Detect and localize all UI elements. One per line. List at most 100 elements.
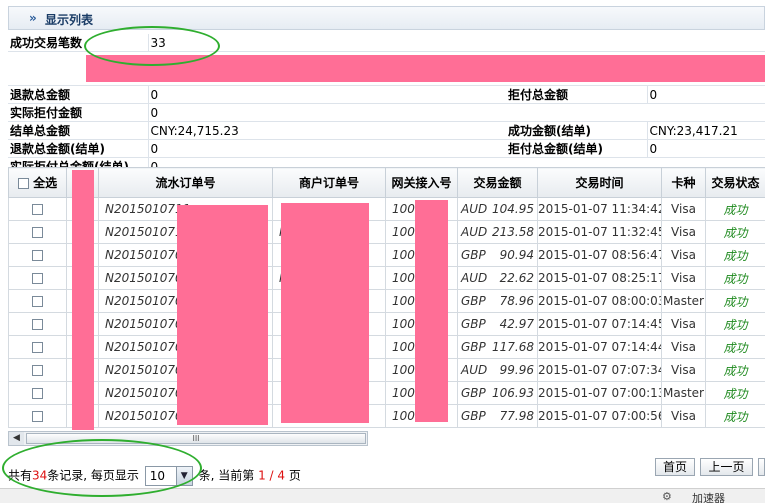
prev-page-button[interactable]: 上一页	[700, 458, 753, 476]
summary-value: CNY:23,417.21	[646, 121, 765, 140]
column-header-card[interactable]: 卡种	[661, 167, 706, 198]
column-header-merchant-no[interactable]: 商户订单号	[272, 167, 386, 198]
column-header-time[interactable]: 交易时间	[537, 167, 662, 198]
amount-cell: GBP 77.98	[457, 404, 538, 428]
table-row[interactable]: N2015010706 1001 GBP 106.93 2015-01-07 07:00…	[8, 381, 765, 405]
amount-cell: AUD 99.96	[457, 358, 538, 382]
amount-cell: AUD 213.58	[457, 220, 538, 244]
time-cell: 2015-01-07 08:25:17	[537, 266, 662, 290]
summary-label: 退款总金额	[8, 85, 148, 104]
transactions-table: 全选 流水订单号 商户订单号 网关接入号 交易金额 交易时间 卡种 交易状态 N…	[8, 167, 765, 428]
row-checkbox[interactable]	[32, 365, 43, 376]
panel-header: » 显示列表	[8, 6, 765, 30]
table-row[interactable]: N2015010711 1001 AUD 104.95 2015-01-07 11:34…	[8, 197, 765, 221]
row-checkbox[interactable]	[32, 296, 43, 307]
table-row[interactable]: N2015010708F1001AUD22.622015-01-07 08:25…	[8, 266, 765, 290]
redaction-block	[177, 205, 268, 425]
table-row[interactable]: N2015010707 1001 GBP 78.96 2015-01-07 08:00:…	[8, 289, 765, 313]
time-cell: 2015-01-07 08:00:03	[537, 289, 662, 313]
panel-title: 显示列表	[45, 13, 94, 27]
summary-value: 0	[147, 85, 506, 104]
row-select-cell[interactable]	[8, 381, 67, 405]
annotation-ellipse	[2, 439, 202, 497]
row-select-cell[interactable]	[8, 289, 67, 313]
redaction-block	[281, 203, 369, 423]
summary-value: 0	[646, 139, 765, 158]
table-row[interactable]: N2015010707 1001 AUD 99.96 2015-01-07 07:07:…	[8, 358, 765, 382]
chevron-right-icon: »	[29, 11, 37, 25]
time-cell: 2015-01-07 07:14:45	[537, 312, 662, 336]
column-header-gateway-no[interactable]: 网关接入号	[385, 167, 458, 198]
time-cell: 2015-01-07 07:07:34	[537, 358, 662, 382]
row-checkbox[interactable]	[32, 411, 43, 422]
amount-cell: GBP 117.68	[457, 335, 538, 359]
row-select-cell[interactable]	[8, 335, 67, 359]
time-cell: 2015-01-07 08:56:47	[537, 243, 662, 267]
row-checkbox[interactable]	[32, 250, 43, 261]
row-select-cell[interactable]	[8, 404, 67, 428]
accelerator-label[interactable]: 加速器	[692, 490, 725, 503]
table-row[interactable]: N2015010707 1001 GBP 117.68 2015-01-07 07:14…	[8, 335, 765, 359]
time-cell: 2015-01-07 07:00:56	[537, 404, 662, 428]
card-cell: Visa	[661, 404, 706, 428]
current-page: 1 / 4	[258, 468, 286, 483]
summary-value: CNY:24,715.23	[147, 121, 506, 140]
accelerator-icon: ⚙	[662, 490, 672, 503]
summary-row: 结单总金额 CNY:24,715.23 成功金额(结单) CNY:23,417.…	[8, 121, 765, 140]
table-row[interactable]: N2015010706 1001 GBP 77.98 2015-01-07 07:00:…	[8, 404, 765, 428]
table-row[interactable]: N2015010707 1001 GBP 42.97 2015-01-07 07:14:…	[8, 312, 765, 336]
amount-cell: AUD 104.95	[457, 197, 538, 221]
row-select-cell[interactable]	[8, 312, 67, 336]
row-checkbox[interactable]	[32, 273, 43, 284]
row-select-cell[interactable]	[8, 220, 67, 244]
summary-value: 0	[646, 85, 765, 104]
time-cell: 2015-01-07 11:32:45	[537, 220, 662, 244]
row-checkbox[interactable]	[32, 227, 43, 238]
scroll-left-arrow-icon[interactable]: ◀	[9, 432, 24, 445]
column-header-amount[interactable]: 交易金额	[457, 167, 538, 198]
status-cell: 成功	[705, 289, 765, 313]
status-cell: 成功	[705, 404, 765, 428]
status-cell: 成功	[705, 335, 765, 359]
card-cell: Visa	[661, 243, 706, 267]
annotation-ellipse	[84, 26, 220, 66]
summary-label: 成功金额(结单)	[506, 121, 647, 140]
status-cell: 成功	[705, 220, 765, 244]
first-page-button[interactable]: 首页	[655, 458, 695, 476]
summary-value: 0	[147, 103, 506, 122]
summary-value: 0	[147, 139, 506, 158]
redaction-block	[415, 200, 448, 422]
card-cell: Visa	[661, 197, 706, 221]
status-cell: 成功	[705, 381, 765, 405]
next-page-button[interactable]	[758, 458, 765, 476]
time-cell: 2015-01-07 07:14:44	[537, 335, 662, 359]
amount-cell: GBP 106.93	[457, 381, 538, 405]
time-cell: 2015-01-07 11:34:42	[537, 197, 662, 221]
row-select-cell[interactable]	[8, 197, 67, 221]
summary-label: 退款总金额(结单)	[8, 139, 148, 158]
row-select-cell[interactable]	[8, 266, 67, 290]
row-checkbox[interactable]	[32, 319, 43, 330]
row-select-cell[interactable]	[8, 243, 67, 267]
amount-cell: GBP 78.96	[457, 289, 538, 313]
column-header-flow-no[interactable]: 流水订单号	[98, 167, 273, 198]
amount-cell: GBP 42.97	[457, 312, 538, 336]
select-all-checkbox[interactable]	[17, 178, 29, 189]
card-cell: Master	[661, 381, 706, 405]
summary-label: 拒付总金额	[506, 85, 647, 104]
row-select-cell[interactable]	[8, 358, 67, 382]
select-all-header[interactable]: 全选	[8, 167, 67, 198]
card-cell: Visa	[661, 266, 706, 290]
row-checkbox[interactable]	[32, 204, 43, 215]
amount-cell: AUD 22.62	[457, 266, 538, 290]
table-row[interactable]: N2015010708 1001 GBP 90.94 2015-01-07 08:56:…	[8, 243, 765, 267]
amount-cell: GBP 90.94	[457, 243, 538, 267]
column-header-status[interactable]: 交易状态	[705, 167, 765, 198]
summary-row: 实际拒付金额 0	[8, 103, 765, 122]
row-checkbox[interactable]	[32, 342, 43, 353]
card-cell: Visa	[661, 335, 706, 359]
summary-row: 退款总金额 0 拒付总金额 0	[8, 85, 765, 104]
status-cell: 成功	[705, 197, 765, 221]
row-checkbox[interactable]	[32, 388, 43, 399]
table-row[interactable]: N2015010711F1001AUD213.582015-01-07 11:3…	[8, 220, 765, 244]
